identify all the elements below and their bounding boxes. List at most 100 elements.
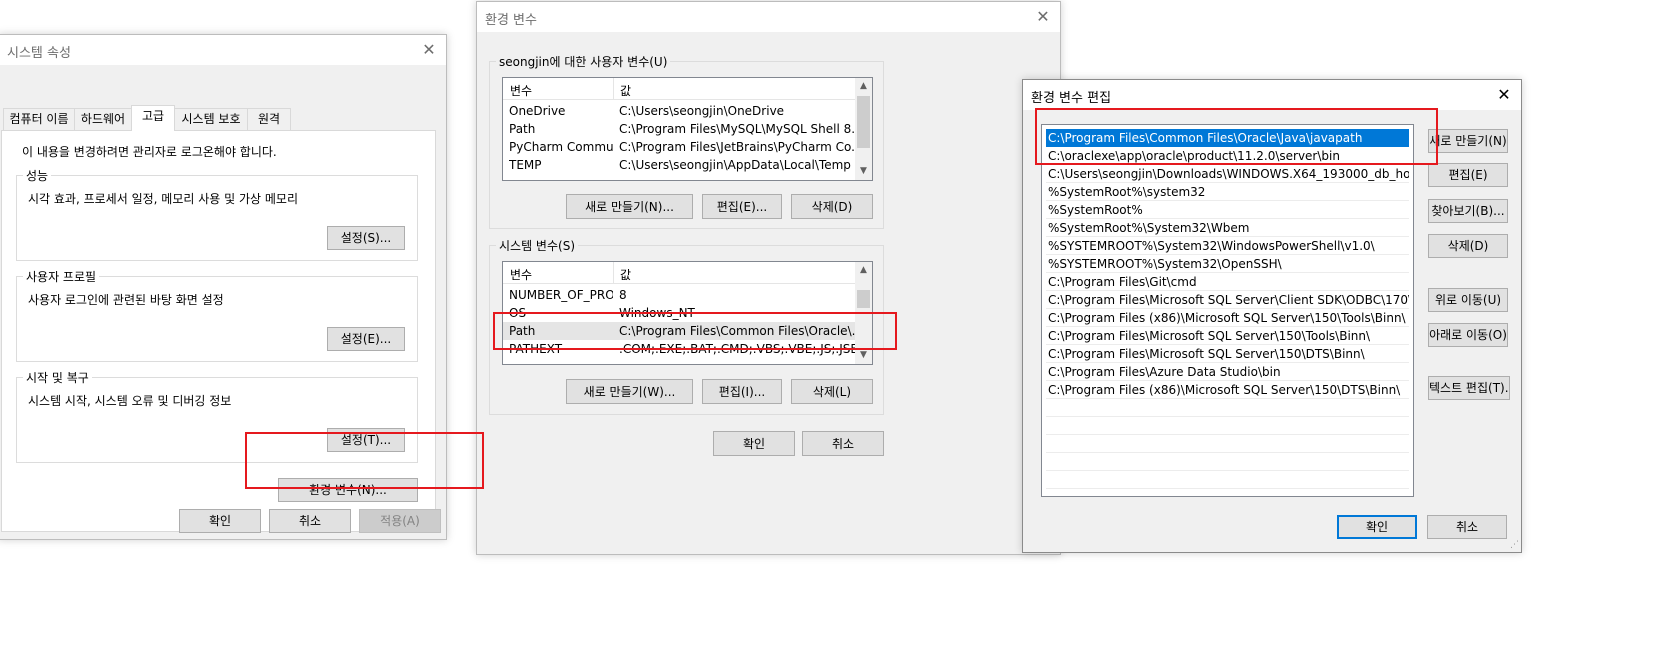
user-variables-scrollbar[interactable]: ▲ ▼ [855,78,872,180]
edit-environment-variable-window: 환경 변수 편집 ✕ C:\Program Files\Common Files… [1022,79,1522,553]
user-profile-group: 사용자 프로필 사용자 로그인에 관련된 바탕 화면 설정 설정(E)... [16,268,418,362]
user-variables-header: 변수 값 [503,78,855,100]
edit-path-button[interactable]: 편집(E) [1428,163,1508,187]
list-item[interactable]: %SystemRoot% [1046,201,1409,219]
performance-label: 성능 [23,167,52,184]
scroll-up-icon[interactable]: ▲ [855,262,872,279]
move-down-button[interactable]: 아래로 이동(O) [1428,323,1508,347]
user-edit-button[interactable]: 편집(E)... [702,194,782,219]
list-item[interactable]: %SYSTEMROOT%\System32\OpenSSH\ [1046,255,1409,273]
environment-variables-ok-button[interactable]: 확인 [713,431,795,456]
environment-variables-titlebar[interactable]: 환경 변수 ✕ [477,2,1060,32]
tab-hardware[interactable]: 하드웨어 [74,108,132,130]
startup-recovery-description: 시스템 시작, 시스템 오류 및 디버깅 정보 [28,394,232,408]
system-properties-titlebar[interactable]: 시스템 속성 ✕ [0,35,446,65]
environment-variables-title: 환경 변수 [485,13,537,28]
user-profile-settings-button[interactable]: 설정(E)... [327,327,405,351]
system-variables-header: 변수 값 [503,262,855,284]
list-item[interactable]: C:\Program Files\Git\cmd [1046,273,1409,291]
list-item[interactable]: C:\Users\seongjin\Downloads\WINDOWS.X64_… [1046,165,1409,183]
performance-group: 성능 시각 효과, 프로세서 일정, 메모리 사용 및 가상 메모리 설정(S)… [16,167,418,261]
edit-environment-variable-title: 환경 변수 편집 [1031,91,1112,106]
list-item[interactable]: PATHEXT .COM;.EXE;.BAT;.CMD;.VBS;.VBE;.JS… [503,340,855,358]
scroll-down-icon[interactable]: ▼ [855,163,872,180]
edit-env-ok-button[interactable]: 확인 [1337,515,1417,539]
browse-button[interactable]: 찾아보기(B)... [1428,199,1508,223]
new-path-button[interactable]: 새로 만들기(N) [1428,129,1508,153]
empty-list-row[interactable] [1046,435,1409,453]
startup-settings-button[interactable]: 설정(T)... [327,428,405,452]
list-item-selected[interactable]: C:\Program Files\Common Files\Oracle\Jav… [1046,129,1409,147]
system-variables-label: 시스템 변수(S) [496,237,578,254]
close-icon[interactable]: ✕ [418,39,440,61]
column-separator[interactable] [613,78,614,100]
system-delete-button[interactable]: 삭제(L) [791,379,873,404]
empty-list-row[interactable] [1046,399,1409,417]
user-new-button[interactable]: 새로 만들기(N)... [566,194,693,219]
list-item[interactable]: C:\Program Files\Microsoft SQL Server\15… [1046,345,1409,363]
close-icon[interactable]: ✕ [1493,84,1515,106]
system-properties-cancel-button[interactable]: 취소 [269,509,351,533]
performance-settings-button[interactable]: 설정(S)... [327,226,405,250]
tab-advanced[interactable]: 고급 [131,105,175,131]
system-properties-ok-button[interactable]: 확인 [179,509,261,533]
startup-recovery-label: 시작 및 복구 [23,369,92,386]
edit-text-button[interactable]: 텍스트 편집(T)... [1428,376,1510,400]
list-item[interactable]: NUMBER_OF_PRO...8 [503,286,855,304]
column-header-value[interactable]: 값 [620,82,631,99]
list-item-selected[interactable]: Path C:\Program Files\Common Files\Oracle… [503,322,855,340]
startup-recovery-group: 시작 및 복구 시스템 시작, 시스템 오류 및 디버깅 정보 설정(T)... [16,369,418,463]
user-variables-list[interactable]: 변수 값 OneDrive C:\Users\seongjin\OneDrive … [502,77,873,181]
system-properties-apply-button[interactable]: 적용(A) [359,509,441,533]
close-icon[interactable]: ✕ [1032,6,1054,28]
empty-list-row[interactable] [1046,471,1409,489]
environment-variables-cancel-button[interactable]: 취소 [802,431,884,456]
list-item[interactable]: C:\Program Files\Azure Data Studio\bin [1046,363,1409,381]
empty-list-row[interactable] [1046,453,1409,471]
column-header-variable[interactable]: 변수 [510,266,532,283]
tab-computer-name[interactable]: 컴퓨터 이름 [3,108,75,130]
scroll-thumb[interactable] [857,96,870,148]
edit-env-cancel-button[interactable]: 취소 [1427,515,1507,539]
admin-note: 이 내용을 변경하려면 관리자로 로그온해야 합니다. [22,145,277,159]
environment-variables-window: 환경 변수 ✕ seongjin에 대한 사용자 변수(U) 변수 값 OneD… [476,1,1061,555]
column-separator[interactable] [613,262,614,284]
tab-remote[interactable]: 원격 [247,108,291,130]
list-item[interactable]: %SYSTEMROOT%\System32\WindowsPowerShell\… [1046,237,1409,255]
list-item[interactable]: %SystemRoot%\System32\Wbem [1046,219,1409,237]
list-item[interactable]: Path C:\Program Files\MySQL\MySQL Shell 8… [503,120,855,138]
user-delete-button[interactable]: 삭제(D) [791,194,873,219]
list-item[interactable]: C:\Program Files\Microsoft SQL Server\Cl… [1046,291,1409,309]
resize-grip-icon[interactable]: ⋰ [1510,540,1519,550]
user-variables-label: seongjin에 대한 사용자 변수(U) [496,53,671,70]
list-item[interactable]: OneDrive C:\Users\seongjin\OneDrive [503,102,855,120]
scroll-down-icon[interactable]: ▼ [855,347,872,364]
environment-variables-button[interactable]: 환경 변수(N)... [278,478,418,502]
move-up-button[interactable]: 위로 이동(U) [1428,288,1508,312]
scroll-thumb[interactable] [857,290,870,308]
scroll-up-icon[interactable]: ▲ [855,78,872,95]
list-item[interactable]: OS Windows_NT [503,304,855,322]
path-entries-list[interactable]: C:\Program Files\Common Files\Oracle\Jav… [1041,124,1414,497]
tab-system-protection[interactable]: 시스템 보호 [174,108,248,130]
delete-path-button[interactable]: 삭제(D) [1428,234,1508,258]
list-item[interactable]: C:\Program Files (x86)\Microsoft SQL Ser… [1046,309,1409,327]
list-item[interactable]: TEMP C:\Users\seongjin\AppData\Local\Temp [503,156,855,174]
user-profile-description: 사용자 로그인에 관련된 바탕 화면 설정 [28,293,224,307]
list-item[interactable]: PyCharm Commu...C:\Program Files\JetBrai… [503,138,855,156]
list-item[interactable]: C:\Program Files\Microsoft SQL Server\15… [1046,327,1409,345]
system-variables-list[interactable]: 변수 값 NUMBER_OF_PRO...8 OSWindows_NT Path… [502,261,873,365]
system-new-button[interactable]: 새로 만들기(W)... [566,379,693,404]
list-item[interactable]: C:\Program Files (x86)\Microsoft SQL Ser… [1046,381,1409,399]
list-item[interactable]: C:\oraclexe\app\oracle\product\11.2.0\se… [1046,147,1409,165]
advanced-tab-panel: 이 내용을 변경하려면 관리자로 로그온해야 합니다. 성능 시각 효과, 프로… [1,130,436,532]
system-properties-title: 시스템 속성 [7,46,71,61]
edit-environment-variable-titlebar[interactable]: 환경 변수 편집 ✕ [1023,80,1521,110]
system-variables-group: 시스템 변수(S) 변수 값 NUMBER_OF_PRO...8 OSWindo… [489,237,884,415]
system-edit-button[interactable]: 편집(I)... [702,379,782,404]
list-item[interactable]: %SystemRoot%\system32 [1046,183,1409,201]
system-variables-scrollbar[interactable]: ▲ ▼ [855,262,872,364]
column-header-variable[interactable]: 변수 [510,82,532,99]
empty-list-row[interactable] [1046,417,1409,435]
column-header-value[interactable]: 값 [620,266,631,283]
